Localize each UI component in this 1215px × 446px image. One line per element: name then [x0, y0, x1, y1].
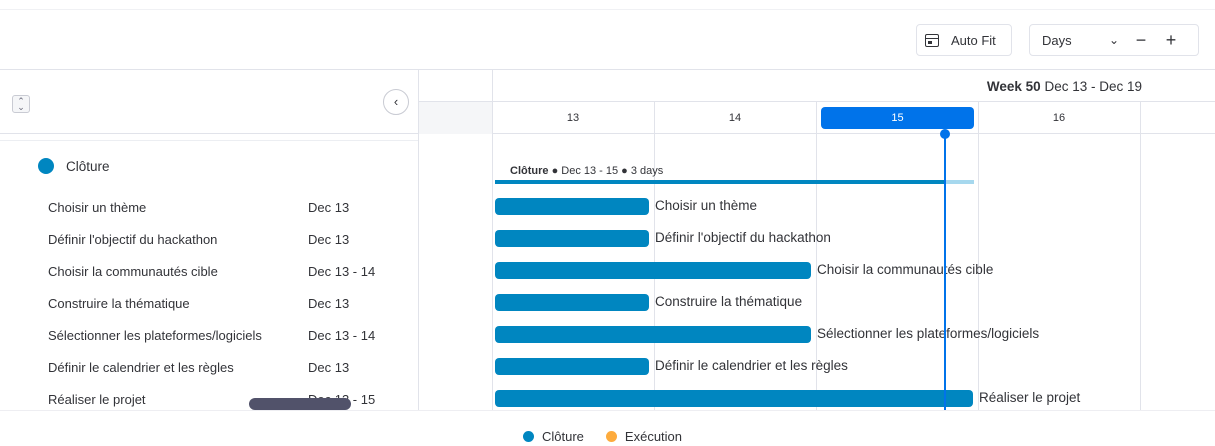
group-summary: Clôture ● Dec 13 - 15 ● 3 days: [510, 165, 663, 177]
legend-item-cloture: Clôture: [523, 429, 584, 444]
task-name[interactable]: Construire la thématique: [48, 296, 190, 311]
legend-item-execution: Exécution: [605, 429, 683, 444]
legend: Clôture Exécution: [523, 429, 704, 444]
header-divider: [0, 69, 1215, 70]
auto-fit-label: Auto Fit: [951, 32, 996, 48]
left-header-bottom: [0, 140, 418, 141]
group-header[interactable]: Clôture: [38, 158, 110, 174]
collapse-panel-button[interactable]: ‹: [383, 89, 409, 115]
week-day-divider: [419, 101, 1215, 102]
today-marker-dot: [940, 129, 950, 139]
group-name: Clôture: [66, 158, 110, 174]
task-bar-label: Définir le calendrier et les règles: [655, 358, 848, 373]
task-bar-label: Choisir la communautés cible: [817, 262, 994, 277]
task-date: Dec 13: [308, 200, 350, 215]
legend-label-cloture: Clôture: [542, 429, 584, 444]
day-cell-14: 14: [728, 112, 742, 124]
task-bar[interactable]: [495, 390, 973, 407]
task-bar[interactable]: [495, 326, 811, 343]
week-number: Week 50: [986, 79, 1041, 94]
group-color-dot: [38, 158, 54, 174]
task-date: Dec 13: [308, 232, 350, 247]
task-bar[interactable]: [495, 294, 649, 311]
toolbar: Auto Fit Days ⌄ − +: [0, 0, 1215, 70]
task-date: Dec 13 - 14: [308, 264, 376, 279]
task-name[interactable]: Définir le calendrier et les règles: [48, 360, 234, 375]
horizontal-scrollbar-thumb[interactable]: [249, 398, 351, 410]
task-date: Dec 13: [308, 360, 350, 375]
group-summary-detail: ● Dec 13 - 15 ● 3 days: [551, 165, 664, 177]
week-range: Dec 13 - Dec 19: [1044, 79, 1142, 94]
task-date: Dec 13 - 14: [308, 328, 376, 343]
chevron-down-icon[interactable]: ⌄: [1102, 33, 1126, 47]
task-name[interactable]: Choisir la communautés cible: [48, 264, 218, 279]
zoom-in-button[interactable]: +: [1156, 25, 1186, 55]
day-cell-13: 13: [566, 112, 580, 124]
legend-dot-execution: [605, 431, 617, 442]
task-bar[interactable]: [495, 230, 649, 247]
zoom-controls: Days ⌄ − +: [1029, 24, 1199, 56]
group-progress-bar: [495, 180, 944, 184]
today-marker-line: [944, 133, 946, 411]
task-bar[interactable]: [495, 262, 811, 279]
legend-dot-cloture: [523, 431, 534, 442]
timeline-offset-column: [419, 102, 492, 134]
auto-fit-button[interactable]: Auto Fit: [916, 24, 1012, 56]
calendar-icon: [925, 33, 939, 47]
task-name[interactable]: Réaliser le projet: [48, 392, 146, 407]
group-summary-name: Clôture: [510, 165, 549, 177]
top-divider: [0, 9, 1215, 10]
legend-label-execution: Exécution: [624, 429, 683, 444]
grid-line-16: [978, 102, 979, 410]
footer-divider: [0, 410, 1215, 411]
week-label: Week 50 Dec 13 - Dec 19: [987, 79, 1142, 94]
task-bar-label: Construire la thématique: [655, 294, 803, 309]
day-cell-15-current: 15: [821, 107, 974, 129]
task-bar-label: Choisir un thème: [655, 198, 758, 213]
task-bar[interactable]: [495, 198, 649, 215]
zoom-level-select[interactable]: Days: [1030, 33, 1102, 48]
task-bar-label: Définir l'objectif du hackathon: [655, 230, 831, 245]
header-bottom-divider: [0, 133, 1215, 134]
task-bar-label: Sélectionner les plateformes/logiciels: [817, 326, 1040, 341]
task-bar[interactable]: [495, 358, 649, 375]
task-bar-label: Réaliser le projet: [979, 390, 1081, 405]
task-name[interactable]: Définir l'objectif du hackathon: [48, 232, 217, 247]
zoom-out-button[interactable]: −: [1126, 25, 1156, 55]
collapse-all-icon[interactable]: ⌃ ⌄: [12, 95, 30, 113]
task-name[interactable]: Choisir un thème: [48, 200, 146, 215]
day-cell-16: 16: [1052, 112, 1066, 124]
grid-line-17: [1140, 102, 1141, 410]
group-progress-rest: [944, 180, 974, 184]
task-name[interactable]: Sélectionner les plateformes/logiciels: [48, 328, 262, 343]
task-date: Dec 13: [308, 296, 350, 311]
